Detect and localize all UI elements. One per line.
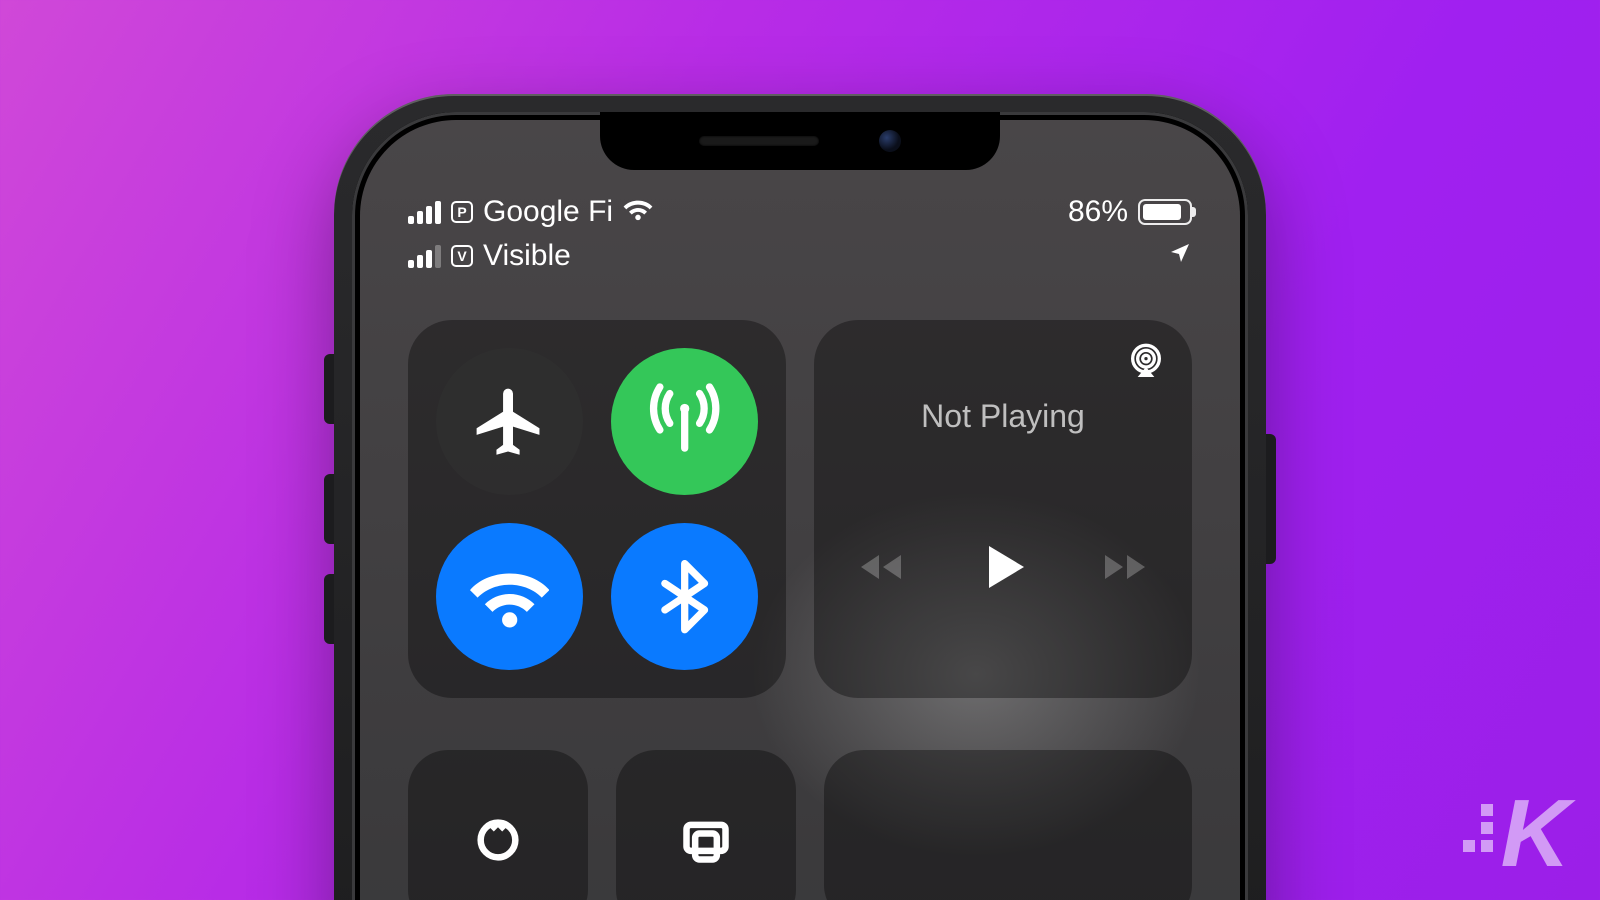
now-playing-tile[interactable]: Not Playing: [814, 320, 1192, 698]
location-services-icon: [1168, 239, 1192, 273]
iphone-device-frame: P Google Fi 86%: [334, 94, 1266, 900]
status-bar: P Google Fi 86%: [360, 190, 1240, 278]
connectivity-tile[interactable]: [408, 320, 786, 698]
cellular-data-toggle[interactable]: [611, 348, 758, 495]
battery-percent-text: 86%: [1068, 195, 1128, 229]
wifi-toggle[interactable]: [436, 523, 583, 670]
media-previous-button[interactable]: [857, 543, 905, 596]
signal-bars-sim1-icon: [408, 201, 441, 224]
media-next-button[interactable]: [1101, 543, 1149, 596]
publisher-watermark: K: [1463, 786, 1566, 882]
media-status-text: Not Playing: [814, 398, 1192, 435]
control-center: Not Playing: [408, 320, 1192, 698]
airplay-icon[interactable]: [1126, 342, 1166, 387]
signal-bars-sim2-icon: [408, 245, 441, 268]
wifi-status-icon: [623, 195, 653, 229]
watermark-letter: K: [1501, 786, 1566, 882]
sim2-tag: V: [451, 245, 473, 267]
battery-icon: [1138, 199, 1192, 225]
bluetooth-toggle[interactable]: [611, 523, 758, 670]
control-center-row-2: [408, 750, 1192, 900]
orientation-lock-toggle[interactable]: [408, 750, 588, 900]
carrier1-name: Google Fi: [483, 195, 613, 229]
sim1-tag: P: [451, 201, 473, 223]
device-notch: [600, 112, 1000, 170]
screen: P Google Fi 86%: [360, 120, 1240, 900]
screen-mirroring-button[interactable]: [616, 750, 796, 900]
media-play-button[interactable]: [975, 539, 1031, 600]
airplane-mode-toggle[interactable]: [436, 348, 583, 495]
focus-tile[interactable]: [824, 750, 1192, 900]
carrier2-name: Visible: [483, 239, 571, 273]
